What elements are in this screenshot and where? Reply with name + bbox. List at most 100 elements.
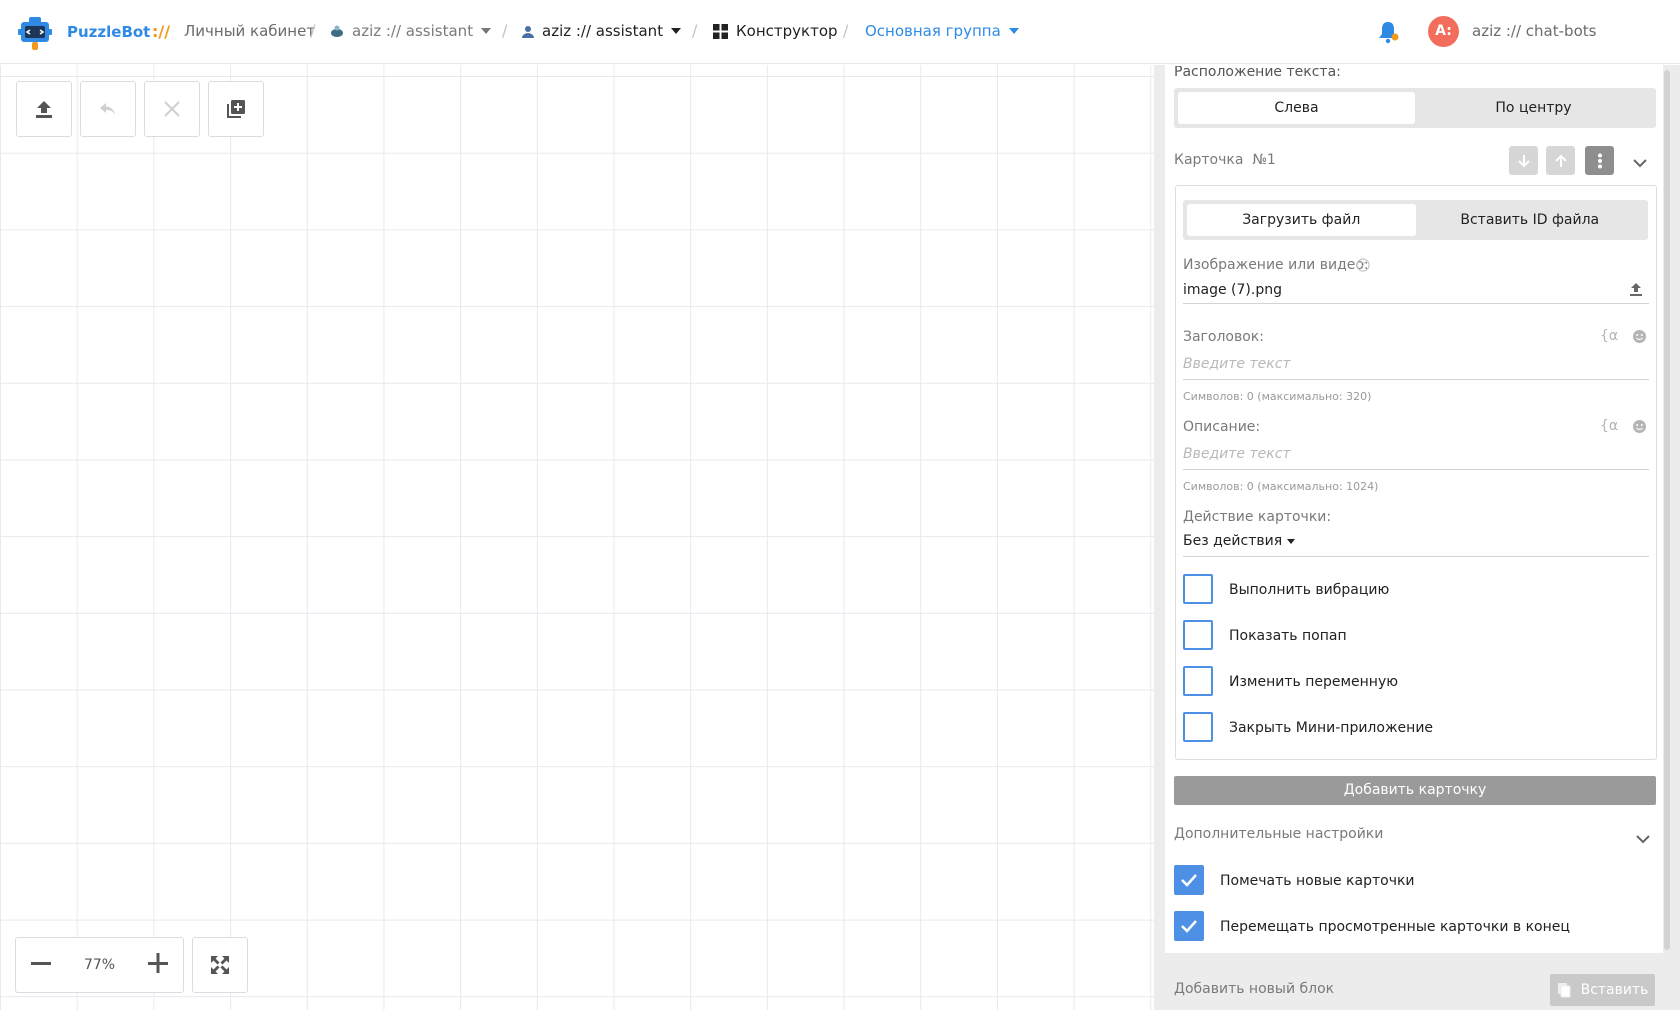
svg-text:?: ? bbox=[1361, 262, 1366, 272]
undo-icon bbox=[100, 103, 115, 115]
chevron-down-icon bbox=[1636, 835, 1650, 844]
delete-button[interactable] bbox=[144, 81, 200, 137]
brand-name[interactable]: PuzzleBot bbox=[67, 23, 150, 41]
chevron-down-icon bbox=[1287, 538, 1296, 544]
vibration-label: Выполнить вибрацию bbox=[1229, 582, 1390, 598]
add-card-button[interactable]: Добавить карточку bbox=[1174, 776, 1656, 805]
top-bar: PuzzleBot :// Личный кабинет / aziz :// … bbox=[0, 0, 1680, 64]
undo-button[interactable] bbox=[80, 81, 136, 137]
fit-screen-button[interactable] bbox=[192, 937, 248, 993]
breadcrumb-divider: / bbox=[310, 21, 316, 40]
avatar[interactable]: A: bbox=[1428, 16, 1459, 47]
constructor-canvas[interactable]: 77% bbox=[0, 65, 1154, 1010]
add-copy-icon bbox=[227, 100, 245, 118]
popup-checkbox[interactable] bbox=[1183, 620, 1213, 650]
text-position-center[interactable]: По центру bbox=[1415, 92, 1652, 124]
close-icon bbox=[164, 101, 180, 117]
description-label: Описание: bbox=[1183, 419, 1261, 435]
breadcrumb-bot-select[interactable]: aziz :// assistant bbox=[330, 22, 492, 40]
description-char-count: Символов: 0 (максимально: 1024) bbox=[1183, 480, 1379, 493]
close-miniapp-label: Закрыть Мини-приложение bbox=[1229, 720, 1434, 736]
divider bbox=[1183, 303, 1649, 304]
variable-icon[interactable]: {α bbox=[1600, 328, 1618, 344]
card-menu-button[interactable] bbox=[1585, 146, 1614, 175]
puzzlebot-logo-icon[interactable] bbox=[18, 15, 52, 51]
file-source-toggle: Загрузить файл Вставить ID файла bbox=[1183, 200, 1648, 240]
title-char-count: Символов: 0 (максимально: 320) bbox=[1183, 390, 1372, 403]
card-title: Карточка №1 bbox=[1174, 152, 1276, 168]
zoom-in-button[interactable] bbox=[147, 952, 169, 978]
zoom-out-button[interactable] bbox=[30, 952, 52, 978]
text-position-label: Расположение текста: bbox=[1174, 66, 1341, 78]
add-block-button[interactable] bbox=[208, 81, 264, 137]
move-viewed-cards-label: Перемещать просмотренные карточки в коне… bbox=[1220, 919, 1570, 935]
add-block-label: Добавить новый блок bbox=[1174, 981, 1335, 997]
extra-settings-label[interactable]: Дополнительные настройки bbox=[1174, 826, 1383, 842]
chevron-down-icon bbox=[481, 28, 492, 34]
move-down-button[interactable] bbox=[1509, 146, 1538, 175]
arrow-down-icon bbox=[1517, 154, 1530, 167]
insert-label: Вставить bbox=[1580, 982, 1649, 998]
breadcrumb-home[interactable]: Личный кабинет bbox=[184, 22, 315, 40]
user-icon bbox=[522, 25, 534, 38]
title-input[interactable]: Введите текст bbox=[1183, 356, 1291, 372]
insert-file-id-tab[interactable]: Вставить ID файла bbox=[1416, 204, 1645, 236]
upload-button[interactable] bbox=[16, 81, 72, 137]
close-miniapp-checkbox[interactable] bbox=[1183, 712, 1213, 742]
breadcrumb-group-label: Основная группа bbox=[865, 22, 1001, 40]
account-name[interactable]: aziz :// chat-bots bbox=[1472, 22, 1596, 40]
more-vertical-icon bbox=[1597, 153, 1602, 168]
breadcrumb-user-select[interactable]: aziz :// assistant bbox=[522, 22, 682, 40]
vibration-checkbox[interactable] bbox=[1183, 574, 1213, 604]
notification-bell-icon[interactable] bbox=[1377, 20, 1399, 44]
upload-icon bbox=[1630, 283, 1642, 296]
card-action-label: Действие карточки: bbox=[1183, 509, 1332, 525]
plus-icon bbox=[148, 953, 168, 973]
breadcrumb-divider: / bbox=[692, 21, 698, 40]
paste-icon bbox=[1557, 983, 1571, 998]
chevron-down-icon bbox=[1633, 159, 1647, 168]
move-up-button[interactable] bbox=[1546, 146, 1575, 175]
emoji-icon[interactable] bbox=[1632, 419, 1647, 438]
upload-file-tab[interactable]: Загрузить файл bbox=[1187, 204, 1416, 236]
popup-label: Показать попап bbox=[1229, 628, 1347, 644]
breadcrumb-group-select[interactable]: Основная группа bbox=[865, 22, 1019, 40]
media-file-name[interactable]: image (7).png bbox=[1183, 282, 1282, 298]
zoom-level: 77% bbox=[83, 957, 116, 973]
insert-button[interactable]: Вставить bbox=[1550, 974, 1655, 1006]
collapse-card-button[interactable] bbox=[1633, 153, 1647, 172]
description-input[interactable]: Введите текст bbox=[1183, 446, 1291, 462]
variable-icon[interactable]: {α bbox=[1600, 418, 1618, 434]
breadcrumb-constructor[interactable]: Конструктор bbox=[713, 22, 838, 40]
brand-separator: :// bbox=[152, 22, 171, 41]
divider bbox=[1183, 469, 1649, 470]
extra-settings-toggle[interactable] bbox=[1636, 829, 1650, 848]
change-variable-checkbox[interactable] bbox=[1183, 666, 1213, 696]
check-icon bbox=[1181, 920, 1197, 933]
upload-media-button[interactable] bbox=[1628, 281, 1644, 301]
media-label: Изображение или видео: bbox=[1183, 257, 1369, 273]
breadcrumb-divider: / bbox=[502, 21, 508, 40]
card-action-value: Без действия bbox=[1183, 533, 1283, 549]
breadcrumb-user-label: aziz :// assistant bbox=[542, 22, 664, 40]
chevron-down-icon bbox=[1008, 28, 1019, 34]
change-variable-label: Изменить переменную bbox=[1229, 674, 1399, 690]
grid-icon bbox=[713, 23, 728, 39]
help-icon[interactable]: ? bbox=[1356, 257, 1370, 276]
panel-scrollbar[interactable] bbox=[1664, 70, 1670, 950]
text-position-left[interactable]: Слева bbox=[1178, 92, 1415, 124]
arrow-up-icon bbox=[1554, 154, 1567, 167]
minus-icon bbox=[31, 962, 51, 965]
emoji-icon[interactable] bbox=[1632, 329, 1647, 348]
breadcrumb-bot-label: aziz :// assistant bbox=[352, 22, 474, 40]
chevron-down-icon bbox=[671, 28, 682, 34]
expand-icon bbox=[211, 956, 229, 974]
text-position-toggle: Слева По центру bbox=[1174, 88, 1656, 128]
move-viewed-cards-checkbox[interactable] bbox=[1174, 911, 1204, 941]
check-icon bbox=[1181, 874, 1197, 887]
bot-icon bbox=[331, 25, 343, 37]
mark-new-cards-label: Помечать новые карточки bbox=[1220, 873, 1415, 889]
mark-new-cards-checkbox[interactable] bbox=[1174, 865, 1204, 895]
card-action-select[interactable]: Без действия bbox=[1183, 533, 1296, 549]
divider bbox=[1183, 556, 1649, 557]
